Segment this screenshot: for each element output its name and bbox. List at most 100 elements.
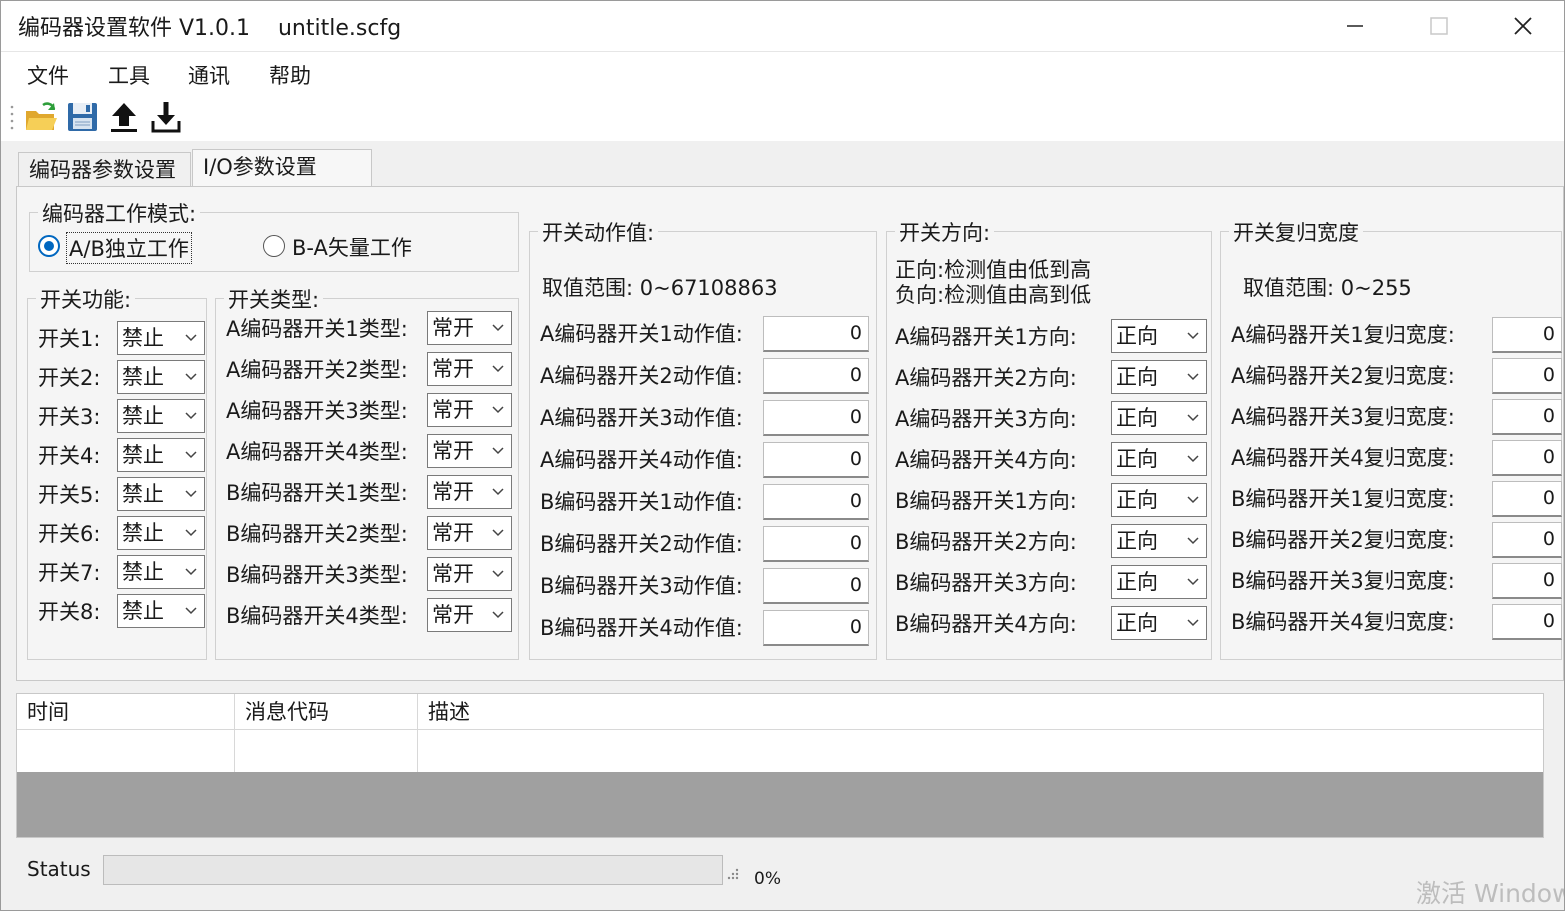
progress-bar [103,855,723,885]
chevron-down-icon [492,488,504,496]
switch-direction-select-1[interactable]: 正向 [1111,319,1207,353]
switch-function-select-6[interactable]: 禁止 [117,516,205,550]
switch-function-select-4[interactable]: 禁止 [117,438,205,472]
switch-direction-select-4[interactable]: 正向 [1111,442,1207,476]
radio-ba-vector-label[interactable]: B-A矢量工作 [292,232,412,262]
switch-direction-select-3[interactable]: 正向 [1111,401,1207,435]
menu-file[interactable]: 文件 [27,60,69,90]
switch-direction-label-3: A编码器开关3方向: [895,407,1077,431]
save-icon [68,103,97,131]
switch-action-input-8[interactable]: 0 [763,610,869,646]
message-log-table[interactable]: 时间 消息代码 描述 [16,693,1544,838]
switch-action-input-2[interactable]: 0 [763,358,869,394]
switch-direction-label-5: B编码器开关1方向: [895,489,1077,513]
switch-reset-input-4[interactable]: 0 [1492,440,1562,476]
switch-type-value-4: 常开 [432,439,474,463]
switch-direction-select-8[interactable]: 正向 [1111,606,1207,640]
chevron-down-icon [185,607,197,615]
switch-action-input-1[interactable]: 0 [763,316,869,352]
chevron-down-icon [492,570,504,578]
window-title: 编码器设置软件 V1.0.1 untitle.scfg [18,16,402,41]
switch-reset-input-2[interactable]: 0 [1492,358,1562,394]
switch-reset-label-3: A编码器开关3复归宽度: [1231,405,1455,429]
switch-direction-label-1: A编码器开关1方向: [895,325,1077,349]
switch-reset-label-6: B编码器开关2复归宽度: [1231,528,1455,552]
switch-reset-label-4: A编码器开关4复归宽度: [1231,446,1455,470]
switch-function-select-5[interactable]: 禁止 [117,477,205,511]
chevron-down-icon [1187,414,1199,422]
activation-watermark: 激活 Window [1416,879,1565,908]
tab-io-params[interactable]: I/O参数设置 [192,149,372,187]
switch-function-title: 开关功能: [36,284,136,314]
log-column-time[interactable]: 时间 [17,694,235,730]
switch-action-input-7[interactable]: 0 [763,568,869,604]
switch-function-select-3[interactable]: 禁止 [117,399,205,433]
switch-type-value-6: 常开 [432,521,474,545]
switch-function-select-1[interactable]: 禁止 [117,321,205,355]
switch-action-range: 取值范围: 0~67108863 [542,276,778,300]
switch-reset-input-7[interactable]: 0 [1492,563,1562,599]
download-icon [151,102,181,133]
minimize-button[interactable] [1313,1,1397,51]
radio-ab-independent-label[interactable]: A/B独立工作 [66,232,192,264]
table-row[interactable] [17,730,1543,772]
switch-direction-select-7[interactable]: 正向 [1111,565,1207,599]
upload-button[interactable] [107,99,143,135]
save-button[interactable] [65,99,101,135]
menu-help[interactable]: 帮助 [269,60,311,90]
download-button[interactable] [149,99,185,135]
log-column-description[interactable]: 描述 [418,694,1543,730]
switch-reset-input-3[interactable]: 0 [1492,399,1562,435]
switch-function-select-8[interactable]: 禁止 [117,594,205,628]
switch-type-select-8[interactable]: 常开 [427,598,512,632]
switch-action-input-3[interactable]: 0 [763,400,869,436]
switch-reset-value-4: 0 [1542,446,1555,468]
upload-icon [111,103,137,132]
open-button[interactable] [23,99,59,135]
switch-function-label-6: 开关6: [38,522,101,546]
switch-action-value-3: 0 [849,406,862,428]
switch-reset-value-6: 0 [1542,528,1555,550]
switch-type-select-3[interactable]: 常开 [427,393,512,427]
switch-reset-group: 开关复归宽度 取值范围: 0~255 A编码器开关1复归宽度: 0 A编码器开关2复… [1220,217,1562,660]
switch-reset-value-7: 0 [1542,569,1555,591]
maximize-button[interactable] [1397,1,1481,51]
switch-type-select-6[interactable]: 常开 [427,516,512,550]
switch-function-label-4: 开关4: [38,444,101,468]
switch-action-input-5[interactable]: 0 [763,484,869,520]
radio-ba-vector[interactable] [263,235,285,257]
switch-reset-title: 开关复归宽度 [1229,217,1363,247]
switch-type-value-5: 常开 [432,480,474,504]
switch-type-select-7[interactable]: 常开 [427,557,512,591]
switch-type-select-2[interactable]: 常开 [427,352,512,386]
switch-type-select-1[interactable]: 常开 [427,311,512,345]
switch-reset-input-8[interactable]: 0 [1492,604,1562,640]
switch-direction-select-6[interactable]: 正向 [1111,524,1207,558]
chevron-down-icon [185,490,197,498]
toolbar-grip-icon [10,105,14,130]
switch-type-label-8: B编码器开关4类型: [226,604,408,628]
radio-ab-independent[interactable] [38,235,60,257]
switch-reset-input-1[interactable]: 0 [1492,317,1562,353]
switch-direction-label-2: A编码器开关2方向: [895,366,1077,390]
switch-direction-select-5[interactable]: 正向 [1111,483,1207,517]
switch-action-input-4[interactable]: 0 [763,442,869,478]
switch-action-input-6[interactable]: 0 [763,526,869,562]
switch-type-select-5[interactable]: 常开 [427,475,512,509]
tab-encoder-params[interactable]: 编码器参数设置 [18,152,191,188]
switch-reset-value-1: 0 [1542,323,1555,345]
resize-grip-icon[interactable] [726,867,740,881]
switch-reset-input-5[interactable]: 0 [1492,481,1562,517]
switch-type-title: 开关类型: [224,284,324,314]
switch-direction-select-2[interactable]: 正向 [1111,360,1207,394]
menu-tools[interactable]: 工具 [108,60,150,90]
log-column-code[interactable]: 消息代码 [235,694,418,730]
close-button[interactable] [1481,1,1564,51]
menu-communication[interactable]: 通讯 [188,60,230,90]
switch-reset-input-6[interactable]: 0 [1492,522,1562,558]
switch-direction-value-3: 正向 [1116,406,1158,430]
switch-function-select-2[interactable]: 禁止 [117,360,205,394]
switch-direction-title: 开关方向: [895,217,995,247]
switch-function-select-7[interactable]: 禁止 [117,555,205,589]
switch-type-select-4[interactable]: 常开 [427,434,512,468]
